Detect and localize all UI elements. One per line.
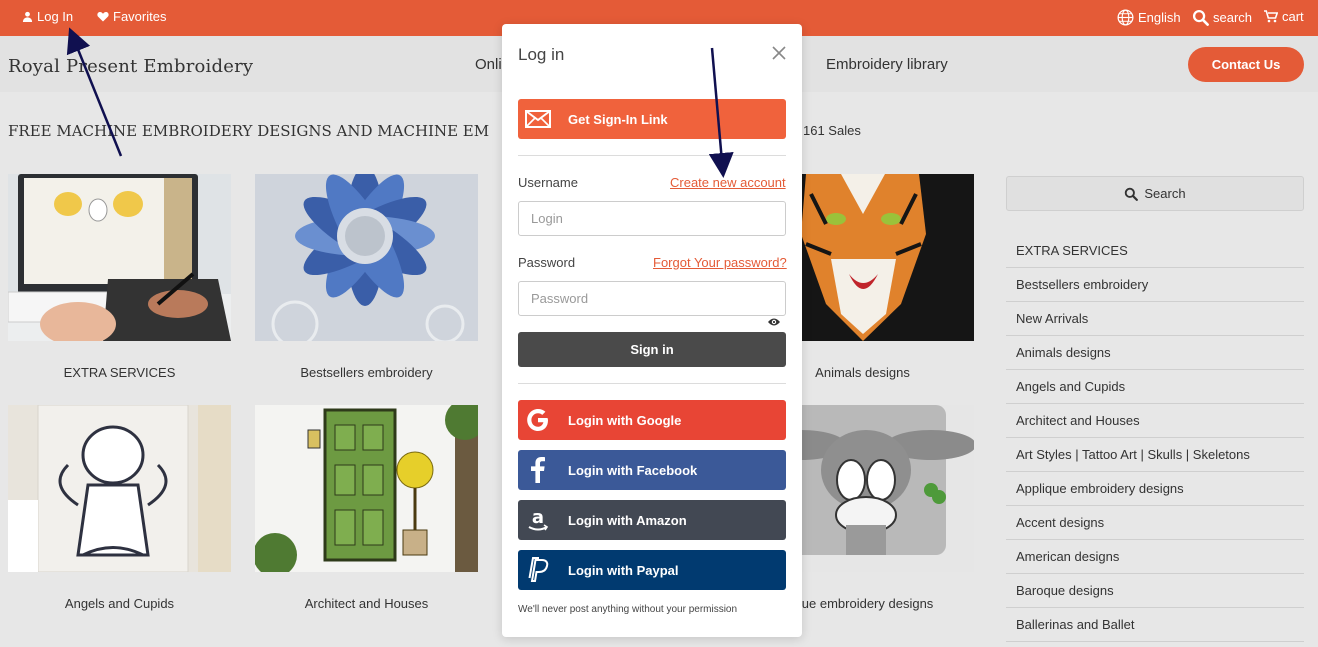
signin-link-label: Get Sign-In Link [568,111,668,127]
get-signin-link-button[interactable]: Get Sign-In Link [518,99,786,139]
category-caption[interactable]: Architect and Houses [255,596,478,611]
email-icon [518,99,558,139]
login-amazon-button[interactable]: a Login with Amazon [518,500,786,540]
username-input[interactable] [518,201,786,236]
facebook-icon [518,450,558,490]
search-label: search [1213,10,1253,25]
paypal-label: Login with Paypal [568,562,679,578]
search-link[interactable]: search [1192,9,1252,26]
cart-icon [1264,10,1278,23]
globe-icon [1117,9,1134,26]
page-title: FREE MACHINE EMBROIDERY DESIGNS AND MACH… [8,122,490,140]
password-label: Password [518,255,576,270]
user-icon [22,11,33,22]
language-selector[interactable]: English [1117,9,1181,26]
sidebar-item-ballerinas[interactable]: Ballerinas and Ballet [1006,608,1304,642]
nav-item-online[interactable]: Onli [475,56,502,73]
sidebar-item-american[interactable]: American designs [1006,540,1304,574]
site-logo[interactable]: Royal Present Embroidery [8,56,253,77]
create-account-link[interactable]: Create new account [670,175,786,190]
facebook-label: Login with Facebook [568,462,698,478]
sidebar-item-accent[interactable]: Accent designs [1006,506,1304,540]
paypal-icon [518,550,558,590]
forgot-password-link[interactable]: Forgot Your password? [653,255,787,270]
category-caption[interactable]: Angels and Cupids [8,596,231,611]
google-icon [518,400,558,440]
sidebar-search-label: Search [1144,186,1186,201]
sidebar-item-extra-services[interactable]: EXTRA SERVICES [1006,234,1304,268]
login-paypal-button[interactable]: Login with Paypal [518,550,786,590]
sidebar-item-bestsellers[interactable]: Bestsellers embroidery [1006,268,1304,302]
favorites-link[interactable]: Favorites [97,9,166,24]
language-label: English [1138,10,1181,25]
category-card-bestsellers[interactable]: Bestsellers embroidery [255,174,478,380]
category-caption[interactable]: Bestsellers embroidery [255,365,478,380]
login-label: Log In [37,9,74,24]
sidebar-item-baroque[interactable]: Baroque designs [1006,574,1304,608]
login-modal: Log in Get Sign-In Link Username Create … [502,24,802,637]
modal-title: Log in [518,45,565,64]
privacy-note: We'll never post anything without your p… [518,604,738,615]
sidebar-item-angels[interactable]: Angels and Cupids [1006,370,1304,404]
svg-text:a: a [532,507,544,528]
search-icon [1192,9,1209,26]
favorites-label: Favorites [113,9,167,24]
eye-icon[interactable] [767,316,781,328]
category-card-angels[interactable]: Angels and Cupids [8,405,231,611]
login-google-button[interactable]: Login with Google [518,400,786,440]
sidebar-item-architect[interactable]: Architect and Houses [1006,404,1304,438]
login-facebook-button[interactable]: Login with Facebook [518,450,786,490]
google-label: Login with Google [568,412,682,428]
nav-item-embroidery-library[interactable]: Embroidery library [826,56,948,73]
sidebar-item-animals[interactable]: Animals designs [1006,336,1304,370]
category-image[interactable] [8,405,231,572]
username-label: Username [518,175,578,190]
close-icon[interactable] [770,44,788,62]
category-image[interactable] [255,405,478,572]
heart-icon [97,12,109,22]
category-card-extra-services[interactable]: EXTRA SERVICES [8,174,231,380]
sign-in-label: Sign in [630,342,674,357]
sidebar-item-applique[interactable]: Applique embroidery designs [1006,472,1304,506]
divider [518,383,786,384]
sales-count: 161 Sales [803,123,861,138]
category-image[interactable] [255,174,478,341]
password-input[interactable] [518,281,786,316]
cart-label: cart [1282,9,1304,24]
sidebar-search-button[interactable]: Search [1006,176,1304,211]
divider [518,155,786,156]
category-card-architect[interactable]: Architect and Houses [255,405,478,611]
contact-us-button[interactable]: Contact Us [1188,47,1304,82]
sidebar-item-art-styles[interactable]: Art Styles | Tattoo Art | Skulls | Skele… [1006,438,1304,472]
category-list: EXTRA SERVICES Bestsellers embroidery Ne… [1006,234,1304,642]
amazon-label: Login with Amazon [568,512,687,528]
sign-in-button[interactable]: Sign in [518,332,786,367]
amazon-icon: a [518,500,558,540]
category-caption[interactable]: EXTRA SERVICES [8,365,231,380]
cart-link[interactable]: cart [1264,9,1304,24]
login-link[interactable]: Log In [22,9,73,24]
category-image[interactable] [8,174,231,341]
search-icon [1125,187,1139,201]
sidebar-item-new-arrivals[interactable]: New Arrivals [1006,302,1304,336]
